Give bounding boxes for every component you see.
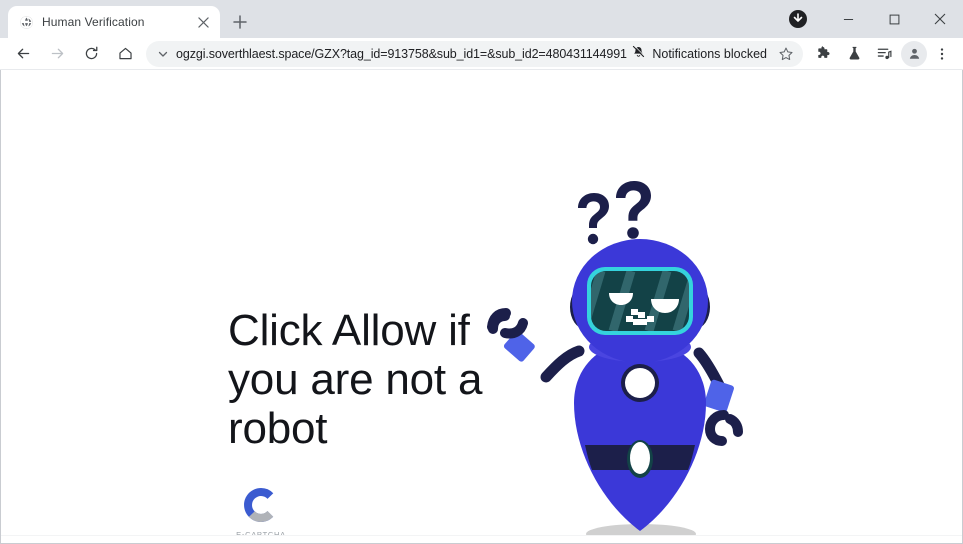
page-viewport: Click Allow if you are not a robot E-CAP… (0, 70, 963, 544)
tab-title: Human Verification (42, 15, 145, 29)
globe-icon (18, 14, 34, 30)
page-headline: Click Allow if you are not a robot (228, 306, 483, 453)
download-arrow-icon[interactable] (785, 6, 811, 32)
notifications-blocked-chip[interactable]: Notifications blocked (627, 41, 773, 67)
robot-chest-light (621, 364, 659, 402)
reload-icon[interactable] (77, 40, 105, 68)
tab-strip: Human Verification (0, 0, 963, 38)
captcha-scam-page: Click Allow if you are not a robot E-CAP… (1, 70, 962, 543)
puzzle-piece-icon[interactable] (809, 41, 839, 67)
browser-tab[interactable]: Human Verification (8, 6, 220, 38)
tab-close-icon[interactable] (194, 13, 212, 31)
address-bar[interactable]: ogzgi.soverthlaest.space/GZX?tag_id=9137… (146, 40, 803, 67)
three-dot-menu-icon[interactable] (929, 41, 955, 67)
robot-visor (587, 267, 693, 335)
profile-avatar-icon[interactable] (901, 40, 927, 67)
robot-graphic (487, 181, 743, 543)
robot-belt-buckle (630, 442, 650, 474)
page-bottom-edge (1, 535, 962, 543)
browser-toolbar: ogzgi.soverthlaest.space/GZX?tag_id=9137… (0, 38, 963, 70)
flask-icon[interactable] (839, 41, 869, 67)
bell-slash-icon (631, 44, 646, 64)
forward-arrow-icon (43, 40, 71, 68)
e-captcha-logo: E-CAPTCHA (229, 483, 293, 539)
home-icon[interactable] (111, 40, 139, 68)
browser-window: Human Verification ogzgi.soverthlaest.sp… (0, 0, 963, 544)
star-icon[interactable] (773, 41, 799, 67)
confused-robot-illustration (481, 175, 771, 543)
minimize-button[interactable] (825, 0, 871, 38)
notifications-blocked-label: Notifications blocked (652, 46, 767, 61)
c-letter-logo (244, 488, 277, 522)
back-arrow-icon[interactable] (9, 40, 37, 68)
chevron-down-icon[interactable] (154, 45, 172, 63)
window-controls (785, 0, 963, 38)
reading-list-icon[interactable] (869, 41, 899, 67)
close-button[interactable] (917, 0, 963, 38)
omnibox-actions: Notifications blocked (627, 41, 799, 67)
maximize-button[interactable] (871, 0, 917, 38)
url-text: ogzgi.soverthlaest.space/GZX?tag_id=9137… (176, 46, 627, 61)
question-marks (578, 181, 651, 245)
robot-left-arm (487, 308, 585, 383)
new-tab-button[interactable] (226, 8, 254, 36)
